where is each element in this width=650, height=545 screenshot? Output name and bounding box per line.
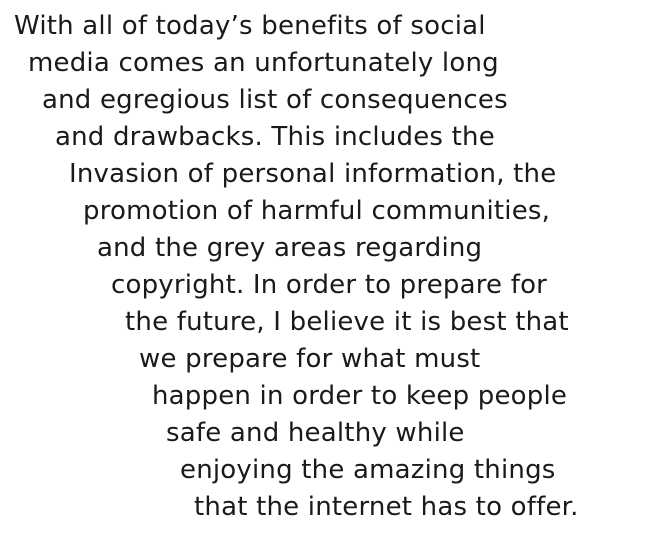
paragraph-line: and egregious list of consequences: [42, 85, 508, 115]
paragraph-text-block: With all of today’s benefits of social m…: [0, 0, 650, 545]
paragraph-line: and the grey areas regarding: [97, 233, 483, 263]
paragraph-line: media comes an unfortunately long: [28, 48, 499, 78]
paragraph-line: the future, I believe it is best that: [125, 307, 569, 337]
paragraph-line: With all of today’s benefits of social: [14, 11, 486, 41]
paragraph-line: enjoying the amazing things: [180, 455, 556, 485]
paragraph-line: Invasion of personal information, the: [69, 159, 557, 189]
paragraph-line: copyright. In order to prepare for: [111, 270, 548, 300]
paragraph-line: that the internet has to offer.: [194, 492, 579, 522]
paragraph-line: happen in order to keep people: [152, 381, 568, 411]
paragraph-line: safe and healthy while: [166, 418, 465, 448]
paragraph-line: and drawbacks. This includes the: [55, 122, 495, 152]
paragraph-line: promotion of harmful communities,: [83, 196, 551, 226]
paragraph-line: we prepare for what must: [139, 344, 481, 374]
